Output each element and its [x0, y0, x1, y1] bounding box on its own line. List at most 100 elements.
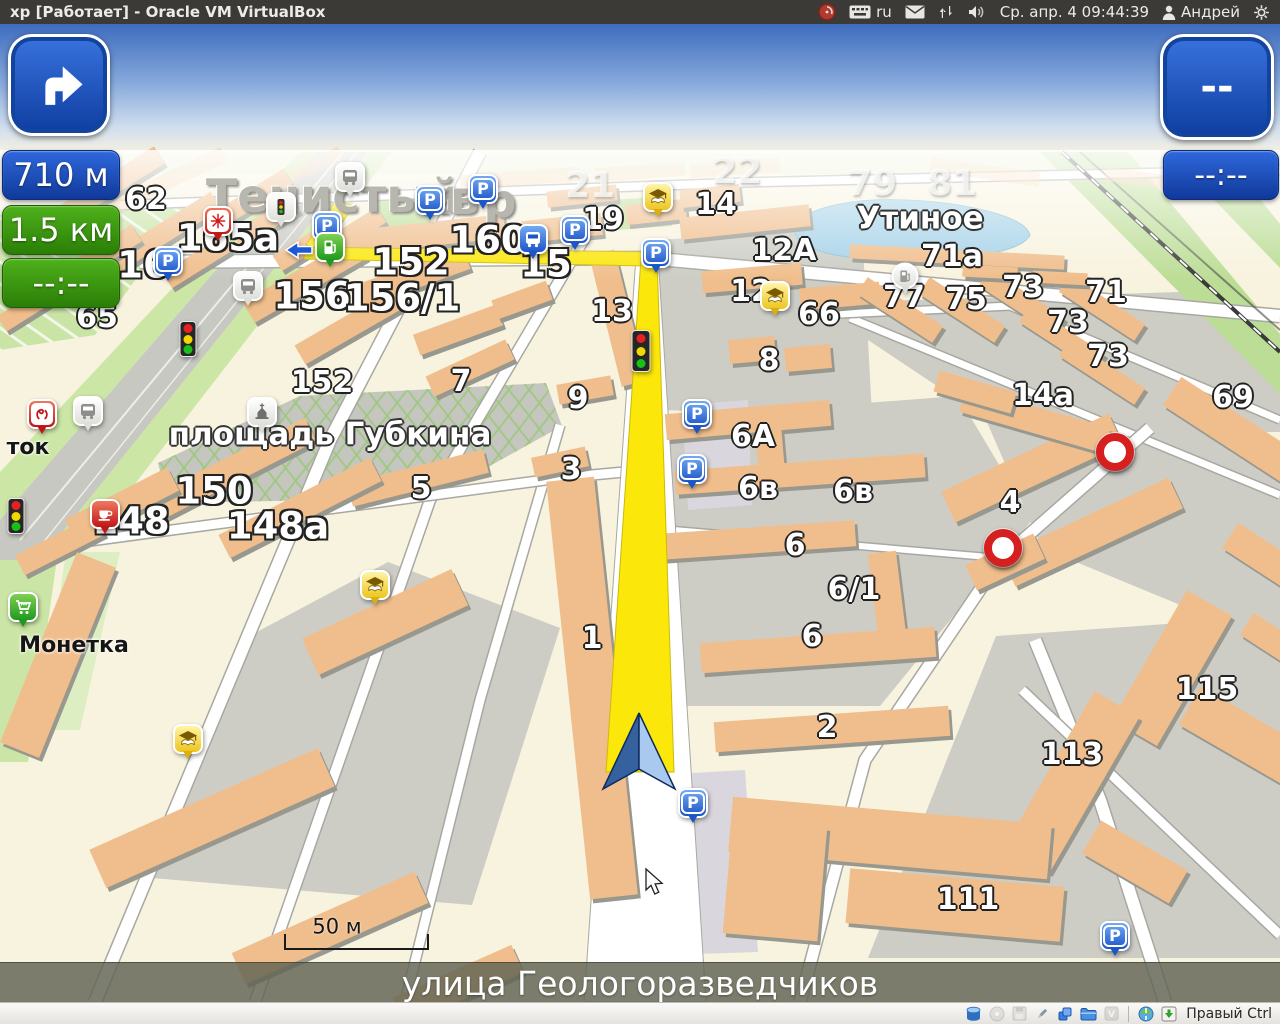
place-name-label: Монетка [19, 635, 129, 657]
shared-folder-icon[interactable] [1080, 1007, 1097, 1021]
gear-icon[interactable] [1253, 4, 1270, 21]
fuel-station-icon[interactable] [315, 232, 345, 262]
parking-icon[interactable]: P [560, 215, 590, 245]
keyboard-layout-label: ru [876, 3, 892, 21]
usb-icon[interactable] [1034, 1006, 1050, 1022]
place-name-label: Утиное [856, 204, 983, 235]
traffic-light-icon[interactable] [8, 498, 25, 534]
building-number-label: 13 [591, 297, 633, 327]
map-canvas[interactable] [0, 24, 1280, 1002]
network-activity-icon[interactable] [938, 4, 954, 20]
building-number-label: 75 [945, 285, 987, 315]
map-viewport[interactable]: Тенистыйквр21227981Утиноеплощадь Губкина… [0, 24, 1280, 1002]
school-icon[interactable] [760, 281, 790, 311]
floppy-icon[interactable] [1012, 1006, 1027, 1021]
mouse-integration-icon[interactable] [1138, 1006, 1154, 1022]
user-menu[interactable]: Андрей [1162, 3, 1240, 21]
building-number-label: 14 [695, 190, 737, 220]
building-number-label: 2 [817, 713, 838, 743]
supermarket-icon[interactable] [8, 592, 38, 622]
building-number-label: 148а [227, 508, 329, 545]
parking-icon[interactable]: P [468, 174, 498, 204]
bus-station-icon[interactable] [518, 224, 548, 254]
school-icon[interactable] [360, 570, 390, 600]
place-name-label: 21 [565, 168, 615, 204]
traffic-light-icon[interactable] [632, 330, 651, 372]
place-name-label: 22 [712, 154, 762, 190]
building-number-label: 6 [785, 531, 806, 561]
landmark-icon[interactable] [27, 399, 57, 429]
window-title: xp [Работает] - Oracle VM VirtualBox [10, 3, 818, 21]
cd-icon[interactable] [989, 1006, 1005, 1022]
building-number-label: 156 [273, 278, 350, 315]
display-icon[interactable]: V [1104, 1006, 1119, 1021]
parking-icon[interactable]: P [641, 238, 671, 268]
building-number-label: 9 [568, 384, 589, 414]
building-number-label: 152 [291, 368, 354, 398]
building-number-label: 62 [125, 185, 167, 215]
parking-icon[interactable]: P [677, 454, 707, 484]
traffic-light-pin-icon[interactable] [266, 192, 296, 222]
road-block-icon[interactable] [1096, 433, 1134, 471]
virtualbox-clock-icon[interactable] [818, 3, 836, 21]
parking-icon[interactable]: P [1100, 921, 1130, 951]
statusbar-separator [1128, 1006, 1129, 1022]
building-number-label: 7 [451, 367, 472, 397]
current-street-bar[interactable]: улица Геологоразведчиков [0, 962, 1280, 1003]
building-number-label: 6А [731, 422, 775, 452]
parking-icon[interactable]: P [415, 185, 445, 215]
parking-icon[interactable]: P [678, 788, 708, 818]
eta-box[interactable]: --:-- [2, 258, 120, 308]
route-remaining-value: 1.5 км [9, 211, 114, 249]
building-number-label: 71а [921, 242, 983, 272]
traffic-light-icon[interactable] [180, 321, 197, 357]
building-number-label: 152 [372, 244, 449, 281]
place-name-label: 81 [927, 166, 977, 202]
system-tray: ru Ср. апр. 4 09:44:39 Андрей [818, 3, 1270, 21]
tray-clock[interactable]: Ср. апр. 4 09:44:39 [1000, 3, 1149, 21]
parking-icon[interactable]: P [153, 246, 183, 276]
bus-stop-icon[interactable] [73, 396, 103, 426]
speed-limit-sign[interactable]: -- [1160, 34, 1274, 140]
current-street-name: улица Геологоразведчиков [402, 964, 878, 1003]
parking-icon[interactable]: P [682, 399, 712, 429]
building-number-label: 71 [1085, 278, 1127, 308]
eta-value: --:-- [33, 264, 90, 302]
fuel-station-inactive-icon[interactable] [892, 263, 919, 290]
time-box[interactable]: --:-- [1163, 150, 1279, 200]
building-number-label: 5 [411, 474, 432, 504]
cafe-icon[interactable] [90, 499, 120, 529]
keyboard-capture-icon[interactable] [1161, 1006, 1177, 1022]
user-name: Андрей [1181, 3, 1240, 21]
building-number-label: 73 [1047, 308, 1089, 338]
maneuver-arrow-icon[interactable] [284, 240, 314, 264]
church-icon[interactable] [247, 397, 277, 427]
volume-icon[interactable] [967, 4, 987, 20]
network-icon[interactable] [1057, 1006, 1073, 1022]
building-number-label: 3 [561, 455, 582, 485]
building-number-label: 113 [1041, 740, 1104, 770]
hdd-icon[interactable] [965, 1006, 982, 1022]
window-titlebar[interactable]: xp [Работает] - Oracle VM VirtualBox ru … [0, 0, 1280, 24]
bus-stop-icon[interactable] [335, 162, 365, 192]
bus-stop-icon[interactable] [233, 271, 263, 301]
place-name-label: площадь Губкина [169, 420, 492, 451]
place-name-label: ток [7, 437, 50, 459]
keyboard-layout-icon[interactable]: ru [849, 3, 892, 21]
school-icon[interactable] [643, 182, 673, 212]
svg-text:V: V [1108, 1010, 1115, 1020]
road-block-icon[interactable] [984, 529, 1022, 567]
mail-icon[interactable] [905, 5, 925, 19]
building-number-label: 6в [738, 474, 778, 504]
next-maneuver-sign[interactable] [8, 34, 110, 136]
building-number-label: 73 [1087, 342, 1129, 372]
route-remaining-distance[interactable]: 1.5 км [2, 205, 120, 255]
building-number-label: 8 [759, 346, 780, 376]
attraction-icon[interactable] [203, 206, 233, 236]
distance-to-maneuver[interactable]: 710 м [2, 150, 120, 200]
building-number-label: 111 [937, 885, 1000, 915]
building-number-label: 69 [1212, 383, 1254, 413]
school-icon[interactable] [173, 724, 203, 754]
building-number-label: 1 [582, 624, 603, 654]
place-name-label: 79 [847, 166, 897, 202]
